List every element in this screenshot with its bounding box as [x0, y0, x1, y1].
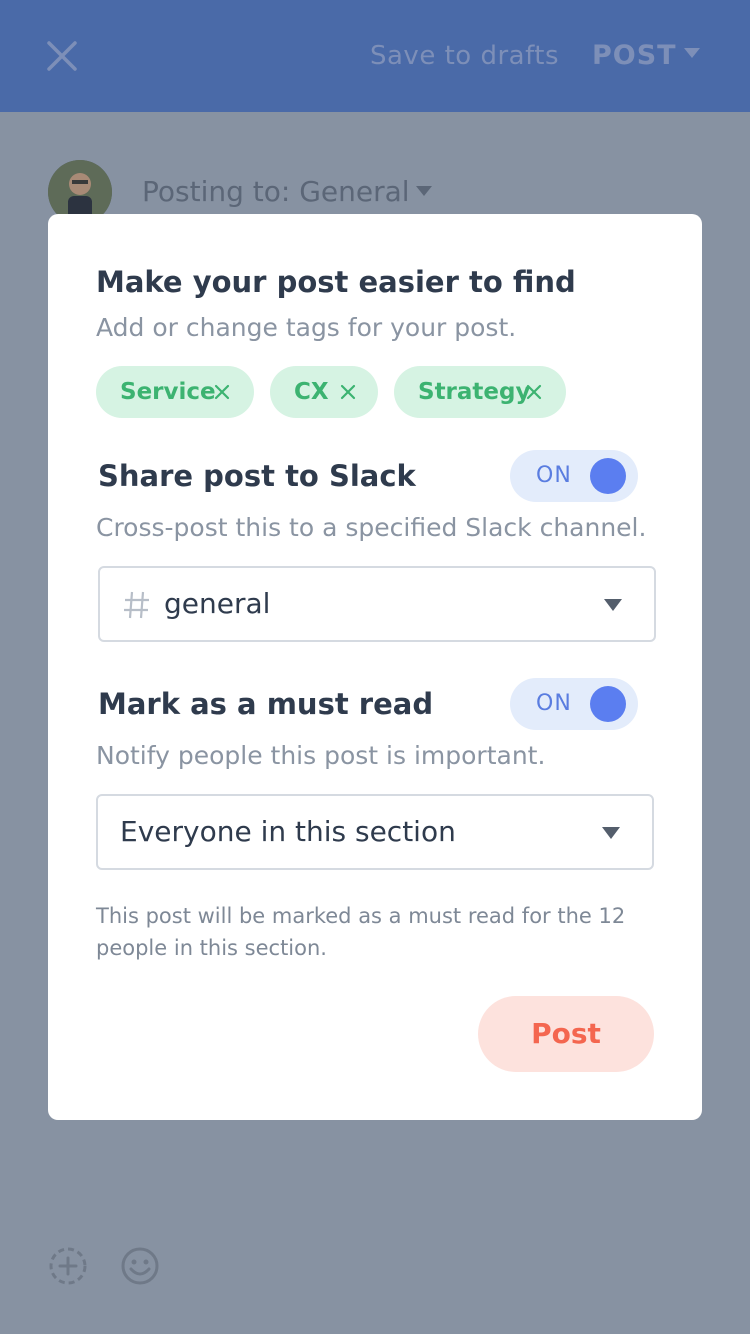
must-read-subtitle: Notify people this post is important. — [96, 741, 546, 770]
slack-heading: Share post to Slack — [98, 459, 416, 493]
must-read-heading: Mark as a must read — [98, 687, 434, 721]
tag-label: CX — [294, 379, 329, 405]
post-options-modal: Make your post easier to find Add or cha… — [48, 214, 702, 1120]
slack-channel-value: general — [164, 587, 271, 620]
save-to-drafts-button[interactable]: Save to drafts — [370, 36, 559, 76]
post-menu-button[interactable]: POST — [592, 36, 677, 76]
tags-heading: Make your post easier to find — [96, 265, 576, 299]
caret-down-icon[interactable] — [416, 186, 432, 196]
slack-channel-select[interactable]: general — [98, 566, 656, 642]
tag-label: Service — [120, 379, 216, 405]
caret-down-icon[interactable] — [684, 48, 700, 58]
tag-chip[interactable]: Strategy — [394, 366, 566, 418]
post-button-label: Post — [531, 1017, 601, 1050]
tag-label: Strategy — [418, 379, 531, 405]
close-button[interactable] — [40, 34, 84, 78]
audience-value: Everyone in this section — [120, 815, 456, 848]
post-button[interactable]: Post — [478, 996, 654, 1072]
tag-chip[interactable]: CX — [270, 366, 378, 418]
tag-chip[interactable]: Service — [96, 366, 254, 418]
close-icon[interactable] — [210, 380, 234, 404]
close-icon[interactable] — [336, 380, 360, 404]
add-circle-icon[interactable] — [48, 1246, 88, 1286]
smiley-icon[interactable] — [120, 1246, 160, 1286]
audience-select[interactable]: Everyone in this section — [96, 794, 654, 870]
toggle-label: ON — [536, 691, 572, 716]
toggle-knob — [590, 686, 626, 722]
close-icon — [47, 41, 77, 71]
caret-down-icon — [604, 599, 622, 611]
must-read-note: This post will be marked as a must read … — [96, 904, 626, 960]
slack-subtitle: Cross-post this to a specified Slack cha… — [96, 513, 647, 542]
slack-toggle[interactable]: ON — [510, 450, 638, 502]
tag-list: Service CX Strategy — [96, 366, 656, 418]
must-read-toggle[interactable]: ON — [510, 678, 638, 730]
close-icon[interactable] — [522, 380, 546, 404]
top-bar: Save to drafts POST — [0, 0, 750, 112]
tags-subtitle: Add or change tags for your post. — [96, 313, 517, 342]
hash-icon — [122, 588, 152, 622]
toggle-knob — [590, 458, 626, 494]
toggle-label: ON — [536, 463, 572, 488]
posting-to-selector[interactable]: Posting to: General — [142, 172, 410, 212]
caret-down-icon — [602, 827, 620, 839]
